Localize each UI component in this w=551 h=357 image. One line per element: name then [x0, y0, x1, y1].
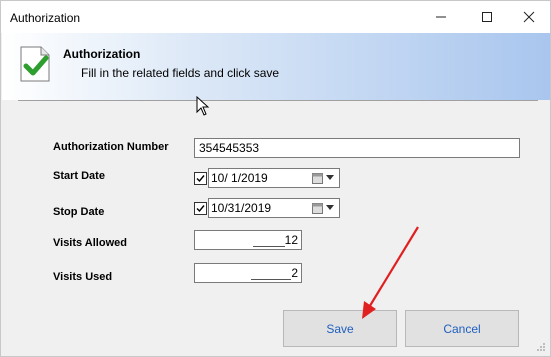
close-button[interactable]	[506, 1, 551, 33]
start-date-checkbox[interactable]	[194, 171, 207, 185]
visits-allowed-label: Visits Allowed	[53, 237, 127, 249]
authorization-dialog: Authorization Authorization Fill in the …	[0, 0, 551, 357]
visits-allowed-input[interactable]: 12	[194, 230, 302, 250]
chevron-down-icon	[326, 175, 334, 180]
start-date-picker: 10/ 1/2019	[194, 168, 340, 188]
header-subtitle: Fill in the related fields and click sav…	[81, 66, 280, 80]
minimize-button[interactable]	[418, 1, 464, 33]
stop-date-field[interactable]: 10/31/2019	[208, 198, 340, 218]
close-icon	[523, 11, 535, 23]
start-date-label: Start Date	[53, 170, 105, 182]
visits-used-value: 2	[291, 266, 298, 280]
maximize-icon	[482, 12, 492, 22]
annotation-arrow-icon	[362, 226, 419, 319]
mouse-pointer-icon	[196, 96, 210, 116]
window-title: Authorization	[10, 11, 81, 25]
start-date-field[interactable]: 10/ 1/2019	[208, 168, 340, 188]
stop-date-value: 10/31/2019	[211, 201, 272, 215]
authorization-number-label: Authorization Number	[53, 141, 169, 153]
start-date-value: 10/ 1/2019	[211, 171, 268, 185]
checkmark-icon	[196, 174, 205, 182]
stop-date-checkbox[interactable]	[194, 201, 207, 215]
authorization-number-input[interactable]: 354545353	[194, 138, 520, 158]
header-divider	[18, 100, 538, 101]
start-date-dropdown-button[interactable]	[312, 171, 336, 185]
minimize-icon	[436, 16, 446, 18]
header-title: Authorization	[63, 47, 141, 61]
mask-placeholder	[252, 235, 285, 247]
chevron-down-icon	[326, 205, 334, 210]
checkmark-icon	[196, 204, 205, 212]
visits-allowed-value: 12	[284, 233, 298, 247]
maximize-button[interactable]	[464, 1, 510, 33]
calendar-icon	[312, 203, 323, 214]
title-bar: Authorization	[1, 1, 550, 33]
calendar-icon	[312, 173, 323, 184]
visits-used-label: Visits Used	[53, 271, 113, 283]
stop-date-dropdown-button[interactable]	[312, 201, 336, 215]
stop-date-picker: 10/31/2019	[194, 198, 340, 218]
document-check-icon	[20, 46, 50, 82]
stop-date-label: Stop Date	[53, 206, 105, 218]
resize-grip-icon[interactable]	[536, 342, 546, 352]
visits-used-input[interactable]: 2	[194, 263, 302, 283]
mask-placeholder	[251, 268, 292, 280]
